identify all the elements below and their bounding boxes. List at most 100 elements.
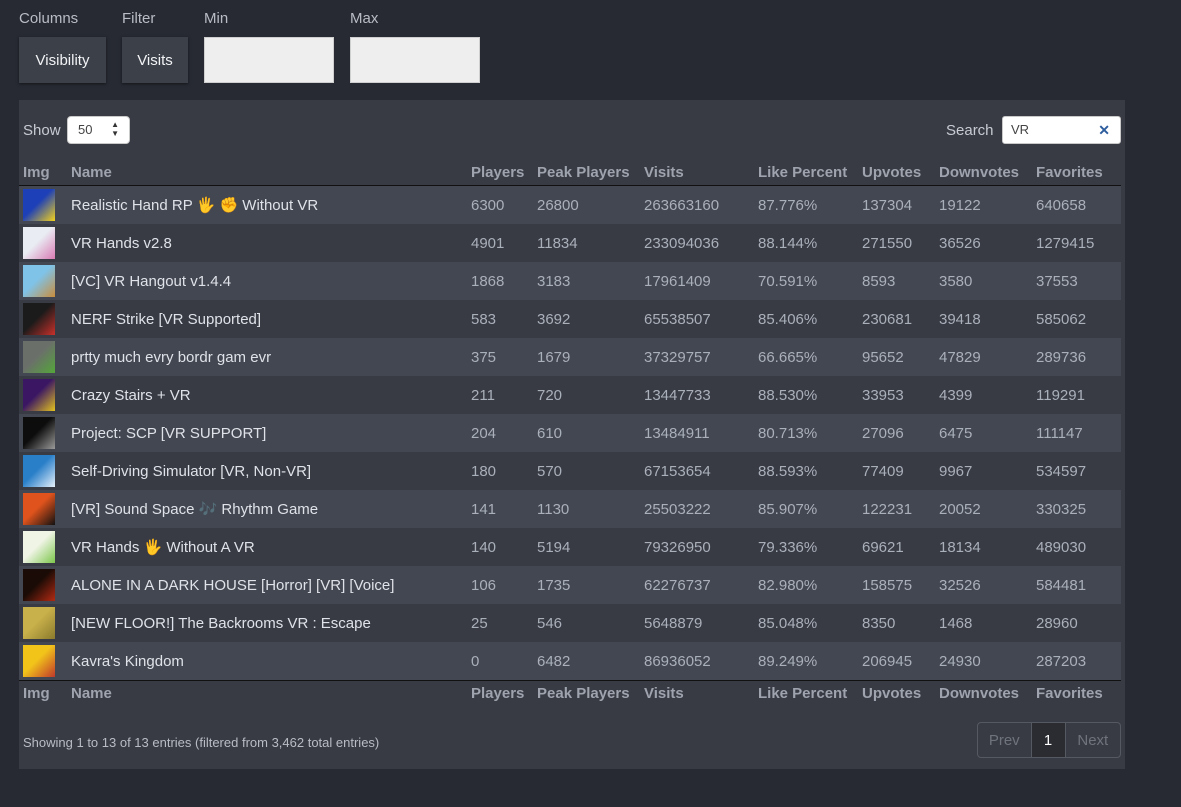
cell-downvotes: 4399 [939, 386, 973, 404]
game-thumbnail[interactable] [23, 341, 55, 373]
game-thumbnail[interactable] [23, 227, 55, 259]
cell-like-percent: 89.249% [758, 652, 818, 670]
cell-name: VR Hands 🖐 Without A VR [71, 539, 255, 556]
page-length-select[interactable]: 50 ▲ ▼ [67, 116, 130, 144]
game-thumbnail[interactable] [23, 569, 55, 601]
cell-like-percent: 85.406% [758, 310, 818, 328]
col-header-players[interactable]: Players [471, 160, 537, 186]
cell-visits: 62276737 [644, 576, 711, 594]
search-input[interactable]: VR ✕ [1002, 116, 1121, 144]
cell-downvotes: 24930 [939, 652, 981, 670]
col-header-favorites[interactable]: Favorites [1036, 160, 1121, 186]
table-row[interactable]: prtty much evry bordr gam evr 375 1679 3732… [19, 338, 1121, 376]
cell-peak-players: 546 [537, 614, 563, 632]
game-thumbnail[interactable] [23, 303, 55, 335]
cell-favorites: 37553 [1036, 272, 1078, 290]
col-header-peak-players[interactable]: Peak Players [537, 160, 644, 186]
cell-img [19, 224, 71, 262]
cell-downvotes: 18134 [939, 538, 981, 556]
cell-visits: 13484911 [644, 424, 710, 442]
cell-downvotes: 9967 [939, 462, 973, 480]
cell-upvotes: 122231 [862, 500, 913, 518]
cell-peak-players: 1735 [537, 576, 571, 594]
cell-favorites: 119291 [1036, 386, 1085, 404]
pagination: Prev 1 Next [977, 722, 1121, 758]
table-panel: Show 50 ▲ ▼ Search VR ✕ Img Name Players … [19, 100, 1125, 769]
cell-visits: 65538507 [644, 310, 711, 328]
cell-downvotes: 47829 [939, 348, 981, 366]
game-thumbnail[interactable] [23, 607, 55, 639]
cell-favorites: 330325 [1036, 500, 1087, 518]
game-thumbnail[interactable] [23, 455, 55, 487]
cell-img [19, 300, 71, 338]
table-row[interactable]: [NEW FLOOR!] The Backrooms VR : Escape 25… [19, 604, 1121, 642]
min-input[interactable] [204, 37, 334, 83]
cell-favorites: 534597 [1036, 462, 1087, 480]
clear-search-icon[interactable]: ✕ [1098, 117, 1110, 143]
cell-players: 0 [471, 652, 480, 670]
game-thumbnail[interactable] [23, 265, 55, 297]
table-row[interactable]: Self-Driving Simulator [VR, Non-VR] 180 57… [19, 452, 1121, 490]
cell-upvotes: 27096 [862, 424, 904, 442]
cell-img [19, 186, 71, 225]
col-footer-peak-players: Peak Players [537, 680, 644, 706]
cell-visits: 17961409 [644, 272, 711, 290]
visibility-button[interactable]: Visibility [19, 37, 106, 83]
page-1-button[interactable]: 1 [1031, 723, 1066, 757]
col-footer-downvotes: Downvotes [939, 680, 1036, 706]
cell-like-percent: 88.593% [758, 462, 818, 480]
table-row[interactable]: Crazy Stairs + VR 211 720 13447733 88.530% 33… [19, 376, 1121, 414]
col-header-name[interactable]: Name [71, 160, 471, 186]
game-thumbnail[interactable] [23, 531, 55, 563]
col-header-downvotes[interactable]: Downvotes [939, 160, 1036, 186]
cell-favorites: 111147 [1036, 424, 1083, 442]
table-row[interactable]: [VR] Sound Space 🎶 Rhythm Game 141 1130 255… [19, 490, 1121, 528]
game-thumbnail[interactable] [23, 379, 55, 411]
cell-visits: 37329757 [644, 348, 711, 366]
cell-like-percent: 88.530% [758, 386, 818, 404]
cell-visits: 263663160 [644, 196, 720, 214]
cell-favorites: 584481 [1036, 576, 1087, 594]
next-page-button[interactable]: Next [1066, 723, 1120, 757]
game-thumbnail[interactable] [23, 645, 55, 677]
cell-name: VR Hands v2.8 [71, 234, 172, 252]
game-thumbnail[interactable] [23, 189, 55, 221]
cell-name: [VR] Sound Space 🎶 Rhythm Game [71, 501, 319, 518]
col-header-like-percent[interactable]: Like Percent [758, 160, 862, 186]
cell-name: ALONE IN A DARK HOUSE [Horror] [VR] [Voi… [71, 576, 395, 594]
table-row[interactable]: ALONE IN A DARK HOUSE [Horror] [VR] [Voi… [19, 566, 1121, 604]
cell-name: [NEW FLOOR!] The Backrooms VR : Escape [71, 614, 371, 632]
cell-visits: 67153654 [644, 462, 711, 480]
cell-favorites: 489030 [1036, 538, 1087, 556]
table-row[interactable]: Realistic Hand RP 🖐 ✊ Without VR 6300 2680… [19, 185, 1121, 225]
cell-players: 180 [471, 462, 497, 480]
prev-page-button[interactable]: Prev [978, 723, 1032, 757]
game-thumbnail[interactable] [23, 493, 55, 525]
cell-visits: 86936052 [644, 652, 711, 670]
cell-img [19, 452, 71, 490]
cell-peak-players: 5194 [537, 538, 571, 556]
table-row[interactable]: NERF Strike [VR Supported] 583 3692 6553850… [19, 300, 1121, 338]
cell-downvotes: 32526 [939, 576, 981, 594]
game-thumbnail[interactable] [23, 417, 55, 449]
max-input[interactable] [350, 37, 480, 83]
cell-img [19, 338, 71, 376]
cell-players: 25 [471, 614, 488, 632]
table-row[interactable]: Project: SCP [VR SUPPORT] 204 610 13484911 8… [19, 414, 1121, 452]
table-row[interactable]: Kavra's Kingdom 0 6482 86936052 89.249% 20694… [19, 642, 1121, 681]
cell-downvotes: 6475 [939, 424, 973, 442]
cell-players: 1868 [471, 272, 505, 290]
col-header-upvotes[interactable]: Upvotes [862, 160, 939, 186]
table-row[interactable]: [VC] VR Hangout v1.4.4 1868 3183 17961409 70… [19, 262, 1121, 300]
visits-filter-button[interactable]: Visits [122, 37, 188, 83]
header-row: Img Name Players Peak Players Visits Lik… [19, 160, 1121, 186]
col-header-visits[interactable]: Visits [644, 160, 758, 186]
cell-downvotes: 36526 [939, 234, 981, 252]
cell-upvotes: 69621 [862, 538, 904, 556]
table-row[interactable]: VR Hands v2.8 4901 11834 233094036 88.144% 27… [19, 224, 1121, 262]
cell-upvotes: 271550 [862, 234, 913, 252]
cell-upvotes: 95652 [862, 348, 904, 366]
table-row[interactable]: VR Hands 🖐 Without A VR 140 5194 79326950 79… [19, 528, 1121, 566]
col-header-img[interactable]: Img [19, 160, 71, 186]
cell-upvotes: 33953 [862, 386, 904, 404]
